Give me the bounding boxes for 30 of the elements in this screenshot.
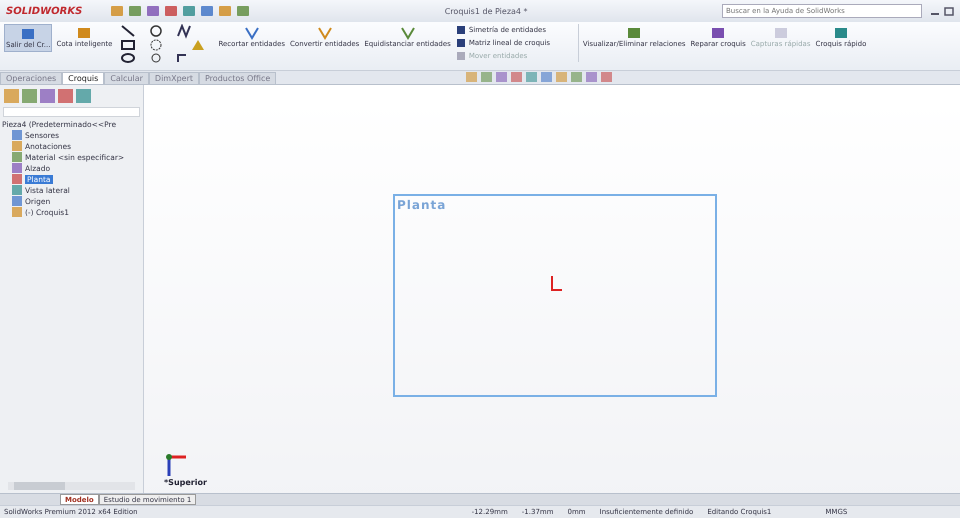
- tool-icon: [832, 26, 849, 40]
- tool-icon: [400, 26, 416, 40]
- tool-icon: [626, 26, 642, 40]
- tool-icon: [456, 38, 466, 48]
- tool-icon: [76, 26, 92, 40]
- toolbar-icon[interactable]: [200, 5, 214, 17]
- toolbar-icon[interactable]: [182, 5, 196, 17]
- scrollbar[interactable]: [8, 482, 135, 490]
- toolbar-icon[interactable]: [128, 5, 142, 17]
- origin-icon: [550, 276, 564, 292]
- app-logo: SOLIDWORKS: [6, 6, 82, 16]
- tool-icon: [244, 26, 260, 40]
- tool-icon: [456, 51, 466, 61]
- window-title: Croquis1 de Pieza4 *: [444, 6, 529, 16]
- toolbar-icon[interactable]: [218, 5, 232, 17]
- toolbar-icon[interactable]: [236, 5, 250, 17]
- toolbar-icon[interactable]: [146, 5, 160, 17]
- toolbar-icon[interactable]: [110, 5, 124, 17]
- tool-icon: [316, 26, 333, 40]
- tool-icon: [710, 26, 726, 40]
- filter-field[interactable]: [3, 107, 140, 117]
- ribbon-tab[interactable]: Croquis: [62, 72, 104, 84]
- view-label: *Superior: [164, 478, 207, 487]
- panel-tabs-drawing[interactable]: [4, 88, 94, 104]
- toolbar-icon[interactable]: [164, 5, 178, 17]
- plane-label: Planta: [397, 198, 446, 212]
- tool-icon: [772, 26, 789, 40]
- restore-icon[interactable]: [944, 6, 954, 16]
- tool-icon: [20, 27, 36, 41]
- tool-icon: [456, 25, 466, 35]
